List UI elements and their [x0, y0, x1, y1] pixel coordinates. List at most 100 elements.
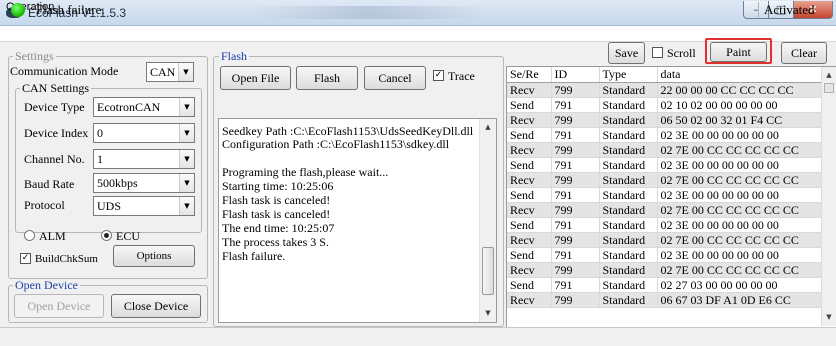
- table-row[interactable]: Send 791 Standard 02 10 02 00 00 00 00 00: [507, 97, 828, 113]
- options-button[interactable]: Options: [113, 245, 195, 267]
- open-file-button[interactable]: Open File: [220, 66, 291, 90]
- device-type-select[interactable]: EcotronCAN ▼: [93, 97, 195, 117]
- table-cell: 02 3E 00 00 00 00 00 00: [657, 127, 828, 143]
- scroll-down-icon[interactable]: ▼: [822, 309, 836, 325]
- log-scroll-thumb[interactable]: [482, 247, 494, 295]
- clear-button[interactable]: Clear: [781, 42, 827, 64]
- chevron-down-icon: ▼: [179, 197, 194, 215]
- table-cell: 02 3E 00 00 00 00 00 00: [657, 247, 828, 263]
- table-cell: 791: [551, 217, 600, 233]
- chevron-down-icon: ▼: [178, 63, 193, 81]
- status-bar: [0, 327, 836, 346]
- device-index-label: Device Index: [24, 126, 89, 140]
- channel-no-value: 1: [97, 152, 103, 166]
- device-index-select[interactable]: 0 ▼: [93, 123, 195, 143]
- protocol-select[interactable]: UDS ▼: [93, 196, 195, 216]
- baud-rate-label: Baud Rate: [24, 177, 75, 191]
- table-cell: Recv: [507, 82, 552, 98]
- table-row[interactable]: Send 791 Standard 02 3E 00 00 00 00 00 00: [507, 157, 828, 173]
- table-cell: Recv: [507, 112, 552, 128]
- log-line: The process takes 3 S.: [222, 235, 329, 249]
- can-settings-label: CAN Settings: [20, 81, 92, 95]
- message-table[interactable]: Se/Re ID Type data Recv 799 Standard 22 00 …: [506, 66, 836, 327]
- open-device-button[interactable]: Open Device: [14, 294, 104, 318]
- column-header[interactable]: data: [657, 67, 828, 83]
- comm-mode-value: CAN: [150, 65, 176, 79]
- log-scrollbar[interactable]: ▲ ▼: [479, 119, 496, 322]
- title-blur-region: [250, 6, 490, 19]
- table-row[interactable]: Send 791 Standard 02 3E 00 00 00 00 00 00: [507, 187, 828, 203]
- table-cell: 799: [551, 112, 600, 128]
- column-header[interactable]: Se/Re: [507, 67, 552, 83]
- table-cell: Standard: [599, 292, 658, 308]
- close-device-button[interactable]: Close Device: [111, 294, 201, 318]
- scroll-checkbox[interactable]: [652, 47, 663, 58]
- table-scroll-thumb[interactable]: [824, 83, 834, 93]
- cancel-button[interactable]: Cancel: [364, 66, 426, 90]
- table-cell: Send: [507, 157, 552, 173]
- table-cell: Recv: [507, 142, 552, 158]
- channel-no-label: Channel No.: [24, 152, 85, 166]
- table-cell: Recv: [507, 292, 552, 308]
- flash-log[interactable]: Seedkey Path :C:\EcoFlash1153\UdsSeedKey…: [218, 118, 497, 323]
- table-row[interactable]: Recv 799 Standard 06 50 02 00 32 01 F4 CC: [507, 112, 828, 128]
- column-header[interactable]: Type: [599, 67, 658, 83]
- comm-mode-label: Communication Mode: [10, 64, 119, 78]
- table-scrollbar[interactable]: ▲ ▼: [821, 67, 836, 326]
- table-row[interactable]: Send 791 Standard 02 3E 00 00 00 00 00 00: [507, 127, 828, 143]
- table-cell: 799: [551, 172, 600, 188]
- table-cell: Standard: [599, 82, 658, 98]
- trace-checkbox[interactable]: ✓: [433, 70, 444, 81]
- table-row[interactable]: Send 791 Standard 02 3E 00 00 00 00 00 00: [507, 217, 828, 233]
- chevron-down-icon: ▼: [179, 150, 194, 168]
- column-header[interactable]: ID: [551, 67, 600, 83]
- open-device-group-label: Open Device: [13, 278, 80, 292]
- table-row[interactable]: Recv 799 Standard 22 00 00 00 CC CC CC CC: [507, 82, 828, 98]
- table-row[interactable]: Recv 799 Standard 02 7E 00 CC CC CC CC CC: [507, 202, 828, 218]
- scroll-up-icon[interactable]: ▲: [480, 119, 496, 135]
- table-cell: Standard: [599, 157, 658, 173]
- scroll-up-icon[interactable]: ▲: [822, 67, 836, 83]
- table-row[interactable]: Recv 799 Standard 02 7E 00 CC CC CC CC CC: [507, 232, 828, 248]
- scroll-down-icon[interactable]: ▼: [480, 305, 496, 321]
- table-cell: Standard: [599, 97, 658, 113]
- comm-mode-select[interactable]: CAN ▼: [146, 62, 194, 82]
- flash-button[interactable]: Flash: [296, 66, 358, 90]
- table-row[interactable]: Recv 799 Standard 06 67 03 DF A1 0D E6 CC: [507, 292, 828, 308]
- table-cell: 791: [551, 127, 600, 143]
- table-row[interactable]: Send 791 Standard 02 3E 00 00 00 00 00 00: [507, 247, 828, 263]
- baud-rate-select[interactable]: 500kbps ▼: [93, 173, 195, 193]
- chevron-down-icon: ▼: [179, 98, 194, 116]
- table-cell: Standard: [599, 112, 658, 128]
- build-checksum-label: BuildChkSum: [35, 253, 98, 265]
- trace-label: Trace: [448, 69, 475, 83]
- table-cell: 02 7E 00 CC CC CC CC CC: [657, 232, 828, 248]
- channel-no-select[interactable]: 1 ▼: [93, 149, 195, 169]
- table-cell: 799: [551, 262, 600, 278]
- build-checksum-checkbox[interactable]: ✓: [20, 253, 31, 264]
- table-cell: Send: [507, 97, 552, 113]
- table-row[interactable]: Recv 799 Standard 02 7E 00 CC CC CC CC CC: [507, 142, 828, 158]
- table-row[interactable]: Send 791 Standard 02 27 03 00 00 00 00 00: [507, 277, 828, 293]
- table-cell: 02 3E 00 00 00 00 00 00: [657, 217, 828, 233]
- table-cell: Recv: [507, 172, 552, 188]
- table-cell: Standard: [599, 142, 658, 158]
- table-cell: Standard: [599, 247, 658, 263]
- table-cell: 791: [551, 187, 600, 203]
- log-line: Flash failure.: [222, 249, 286, 263]
- table-cell: 22 00 00 00 CC CC CC CC: [657, 82, 828, 98]
- save-button[interactable]: Save: [608, 42, 645, 64]
- table-row[interactable]: Recv 799 Standard 02 7E 00 CC CC CC CC CC: [507, 262, 828, 278]
- table-row[interactable]: Recv 799 Standard 02 7E 00 CC CC CC CC CC: [507, 172, 828, 188]
- table-cell: 02 27 03 00 00 00 00 00: [657, 277, 828, 293]
- table-cell: 02 7E 00 CC CC CC CC CC: [657, 142, 828, 158]
- table-cell: 799: [551, 232, 600, 248]
- alm-radio[interactable]: [24, 230, 35, 241]
- ecu-label: ECU: [116, 229, 140, 243]
- scroll-label: Scroll: [667, 46, 696, 60]
- log-line: The end time: 10:25:07: [222, 221, 335, 235]
- ecu-radio[interactable]: [101, 230, 112, 241]
- table-cell: 06 50 02 00 32 01 F4 CC: [657, 112, 828, 128]
- paint-button[interactable]: Paint: [710, 42, 767, 62]
- table-cell: 799: [551, 202, 600, 218]
